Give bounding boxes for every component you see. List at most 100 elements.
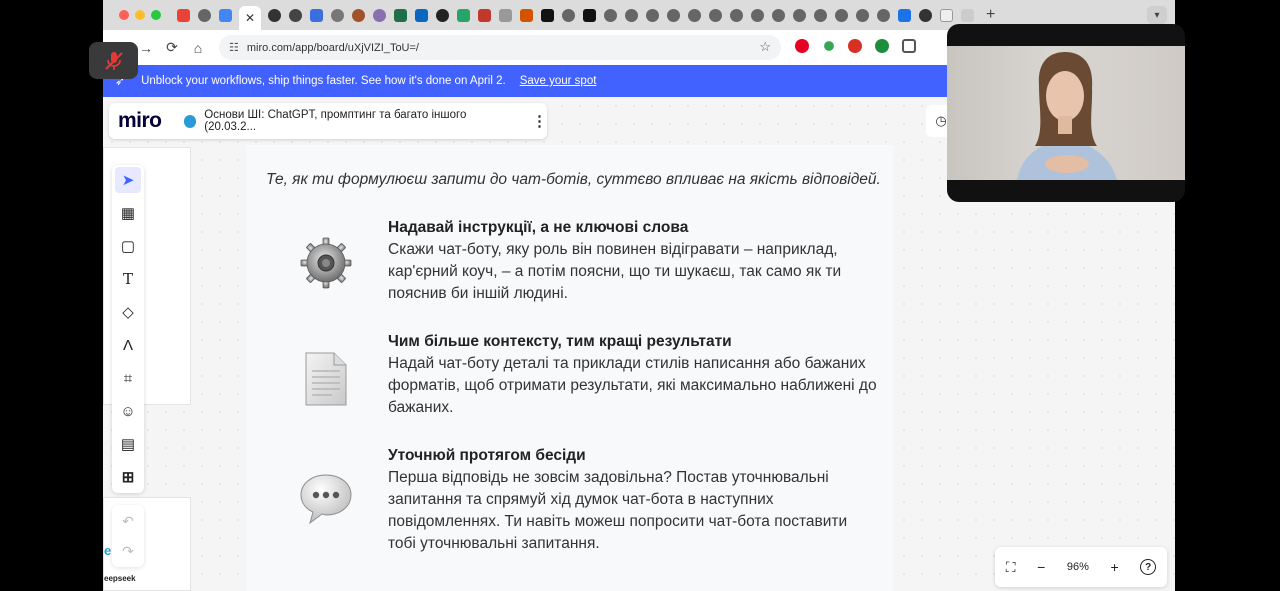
fit-to-screen-icon[interactable]: ⛶ [1006,559,1016,576]
tab-medium-icon[interactable] [583,8,596,22]
tab-icon[interactable] [198,8,211,22]
site-settings-icon[interactable]: ☷ [229,41,239,54]
tab-icon[interactable] [877,8,890,22]
sticky-note-icon[interactable]: ▢ [115,233,141,259]
tab-icon[interactable] [898,8,911,22]
tip-context: Чим більше контексту, тим кращі результа… [388,331,878,419]
mic-off-icon [104,51,123,70]
maximize-window-button[interactable] [151,10,161,20]
zoom-in-button[interactable]: + [1110,559,1118,575]
tab-icon[interactable] [772,8,785,22]
help-icon[interactable]: ? [1140,559,1157,575]
tab-icon[interactable] [289,8,302,22]
extension-icon[interactable] [824,41,834,51]
tab-icon[interactable] [856,8,869,22]
tab-icon[interactable] [730,8,743,22]
tab-icon[interactable] [373,8,386,22]
tab-icon[interactable] [352,8,365,22]
stickers-icon[interactable]: ☺ [115,398,141,424]
templates-icon[interactable]: ▦ [115,200,141,226]
comment-icon[interactable]: ▤ [115,431,141,457]
board-header: miro Основи ШІ: ChatGPT, промптинг та ба… [109,103,547,139]
miro-logo[interactable]: miro [118,109,162,133]
tab-icon[interactable] [331,8,344,22]
speech-bubble-icon [300,474,352,525]
tab-gmail-icon[interactable] [177,8,190,22]
tab-icon[interactable] [751,8,764,22]
tab-icon[interactable] [688,8,701,22]
tab-icon[interactable] [457,8,470,22]
webcam-overlay[interactable] [947,24,1185,202]
tab-linkedin-icon[interactable] [415,8,428,22]
tip-instructions: Надавай інструкції, а не ключові слова С… [388,217,878,305]
extension-icon[interactable] [875,39,889,53]
active-tab-close-icon[interactable]: ✕ [239,6,261,30]
document-icon [305,352,347,406]
address-bar[interactable]: ☷ miro.com/app/board/uXjVIZI_ToU=/ ☆ [219,35,781,60]
tip-body: Скажи чат-боту, яку роль він повинен від… [388,241,842,302]
tab-google-icon[interactable] [940,8,953,22]
board-menu-icon[interactable]: ⋮ [532,112,547,130]
tip-body: Перша відповідь не зовсім задовільна? По… [388,469,848,552]
tab-icon[interactable] [646,8,659,22]
board-title[interactable]: Основи ШІ: ChatGPT, промптинг та багато … [204,109,516,133]
tab-icon[interactable] [835,8,848,22]
tab-icon[interactable] [499,8,512,22]
extensions-puzzle-icon[interactable] [902,39,916,53]
banner-text: Unblock your workflows, ship things fast… [141,75,506,87]
reload-icon[interactable]: ⟳ [159,39,185,56]
pinterest-extension-icon[interactable] [795,39,809,53]
muted-microphone-button[interactable] [89,42,138,79]
more-apps-plus-icon[interactable]: ⊞ [115,464,141,490]
tab-icon[interactable] [814,8,827,22]
select-tool-cursor-icon[interactable]: ➤ [115,167,141,193]
save-your-spot-link[interactable]: Save your spot [520,75,597,87]
gear-icon [300,237,352,289]
tab-icon[interactable] [625,8,638,22]
text-tool-icon[interactable]: T [115,266,141,292]
content-frame[interactable]: Те, як ти формулюєш запити до чат-ботів,… [246,145,893,591]
tab-icon[interactable] [961,8,974,22]
tip-title: Чим більше контексту, тим кращі результа… [388,333,732,350]
bookmark-star-icon[interactable]: ☆ [759,39,771,55]
close-window-button[interactable] [119,10,129,20]
window-controls [119,10,161,20]
zoom-level[interactable]: 96% [1067,561,1089,573]
tab-icon[interactable] [604,8,617,22]
tab-icon[interactable] [919,8,932,22]
tab-icon[interactable] [394,8,407,22]
tab-icon[interactable] [562,8,575,22]
redo-icon[interactable]: ↷ [115,538,141,564]
zoom-out-button[interactable]: − [1037,559,1045,575]
tab-icon[interactable] [793,8,806,22]
undo-icon[interactable]: ↶ [115,508,141,534]
extension-badge-icon[interactable] [848,39,862,53]
tab-search-chevron-icon[interactable]: ▾ [1147,6,1167,24]
pen-icon[interactable]: Λ [115,332,141,358]
shapes-icon[interactable]: ◇ [115,299,141,325]
tab-icon[interactable] [478,8,491,22]
tab-icon[interactable] [667,8,680,22]
tab-icon[interactable] [310,8,323,22]
tip-title: Надавай інструкції, а не ключові слова [388,219,689,236]
minimize-window-button[interactable] [135,10,145,20]
new-tab-button[interactable]: + [986,6,995,24]
card-caption: eepseek [104,574,136,583]
tab-docs-icon[interactable] [219,8,232,22]
address-text[interactable]: miro.com/app/board/uXjVIZI_ToU=/ [247,42,419,54]
home-icon[interactable]: ⌂ [185,40,211,56]
tab-icon[interactable] [436,8,449,22]
tab-icon[interactable] [541,8,554,22]
zoom-controls: ⛶ − 96% + ? [995,547,1167,587]
tab-icon[interactable] [709,8,722,22]
tip-title: Уточнюй протягом бесіди [388,447,586,464]
tip-body: Надай чат-боту деталі та приклади стилів… [388,355,877,416]
tip-refine: Уточнюй протягом бесіди Перша відповідь … [388,445,878,555]
creation-toolbar: ➤ ▦ ▢ T ◇ Λ ⌗ ☺ ▤ ⊞ [112,165,144,493]
intro-text: Те, як ти формулюєш запити до чат-ботів,… [266,171,881,188]
tab-icon[interactable] [520,8,533,22]
tab-icon[interactable] [268,8,281,22]
frame-icon[interactable]: ⌗ [115,365,141,391]
presenter-silhouette [1017,52,1117,180]
globe-icon [183,114,197,128]
